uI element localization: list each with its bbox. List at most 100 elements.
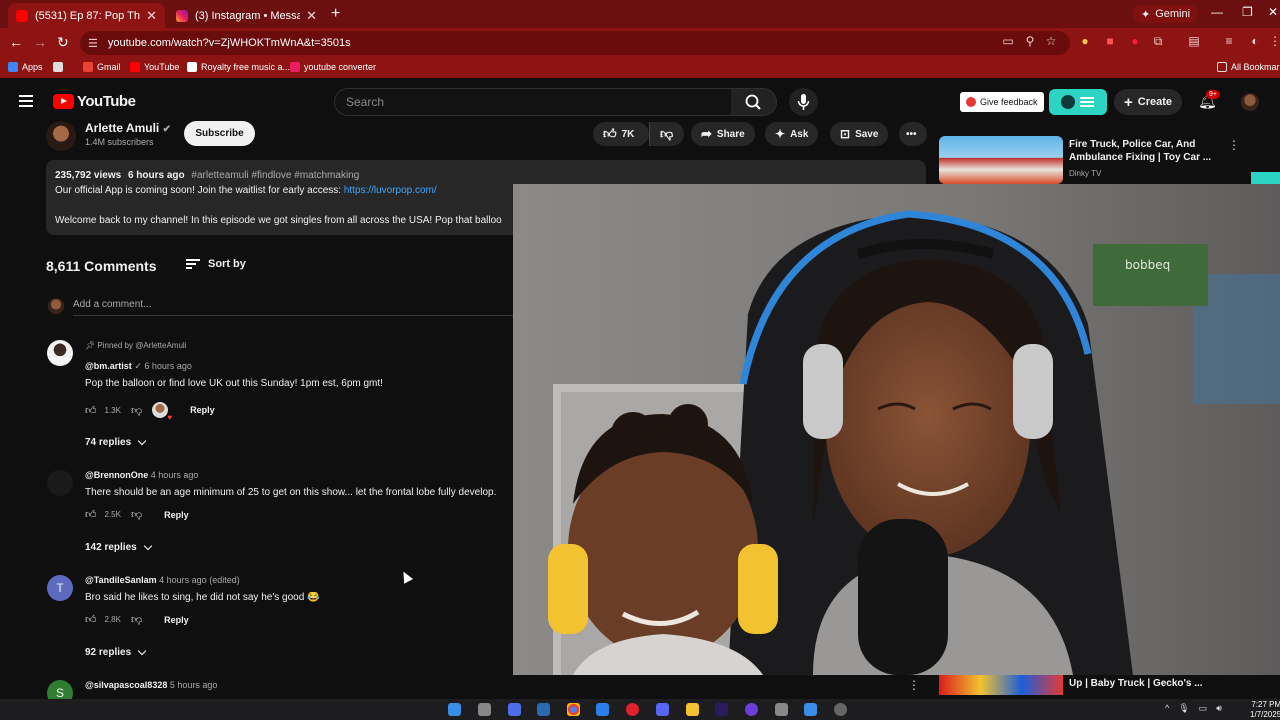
bookmark-all[interactable]: All Bookmarks xyxy=(1217,62,1280,72)
commenter-avatar[interactable] xyxy=(47,340,73,366)
app-icon[interactable] xyxy=(508,703,521,716)
commenter-avatar[interactable] xyxy=(47,470,73,496)
close-tab-icon[interactable]: ✕ xyxy=(146,8,157,24)
bookmark-gmail[interactable]: Gmail xyxy=(83,62,121,72)
menu-icon[interactable]: ⋮ xyxy=(1268,34,1280,48)
hamburger-menu-icon[interactable] xyxy=(19,95,33,107)
share-button[interactable]: ➦ Share xyxy=(691,122,755,146)
bookmark-youtube-converter[interactable]: youtube converter xyxy=(290,62,376,72)
thumbs-up-icon[interactable]: 👍︎ xyxy=(85,404,97,417)
reply-button[interactable]: Reply xyxy=(190,405,215,415)
channel-avatar[interactable] xyxy=(46,121,76,151)
reply-button[interactable]: Reply xyxy=(164,510,189,520)
voice-search-button[interactable] xyxy=(789,88,818,116)
recommended-video-thumbnail[interactable] xyxy=(939,136,1063,184)
waitlist-link[interactable]: https://luvorpop.com/ xyxy=(344,185,437,196)
add-comment-input[interactable]: Add a comment... xyxy=(73,299,513,316)
cast-icon[interactable]: ▭ xyxy=(1001,34,1015,48)
extension-icon[interactable]: ● xyxy=(1128,34,1142,48)
recommended-video-thumbnail[interactable] xyxy=(939,675,1063,695)
thumbs-up-icon[interactable]: 👍︎ xyxy=(85,508,97,521)
mini-player-video[interactable]: bobbeq xyxy=(513,184,1280,675)
start-windows-icon[interactable] xyxy=(448,703,461,716)
file-explorer-icon[interactable] xyxy=(686,703,699,716)
settings-gear-icon[interactable] xyxy=(775,703,788,716)
recommended-video-title[interactable]: Up | Baby Truck | Gecko's ... xyxy=(1069,678,1203,689)
thumbs-down-icon[interactable]: 👎︎ xyxy=(131,508,142,521)
hashtags[interactable]: #arletteamuli #findlove #matchmaking xyxy=(191,170,359,181)
extension-icon[interactable]: ● xyxy=(1078,34,1092,48)
search-input[interactable]: Search xyxy=(334,88,732,116)
reply-button[interactable]: Reply xyxy=(164,615,189,625)
view-replies-button[interactable]: 74 replies xyxy=(85,436,147,448)
comment-author[interactable]: @BrennonOne xyxy=(85,470,148,480)
thumbs-up-icon[interactable]: 👍︎ xyxy=(85,613,97,626)
comment-author[interactable]: @TandileSanlam xyxy=(85,575,157,585)
tab-instagram[interactable]: (3) Instagram • Messages ✕ xyxy=(168,3,325,28)
view-replies-button[interactable]: 142 replies xyxy=(85,541,152,553)
youtube-logo[interactable]: YouTube xyxy=(53,93,136,110)
chrome-icon[interactable] xyxy=(567,703,580,716)
site-info-icon[interactable]: ☰ xyxy=(88,37,98,50)
thumbs-down-icon[interactable]: 👎︎ xyxy=(131,404,142,417)
more-vertical-icon[interactable]: ⋮ xyxy=(1228,138,1240,152)
ask-button[interactable]: ✦ Ask xyxy=(765,122,819,146)
obs-icon[interactable] xyxy=(745,703,758,716)
opera-icon[interactable] xyxy=(626,703,639,716)
forward-button[interactable]: → xyxy=(33,34,47,50)
microphone-icon[interactable]: 🎙︎ xyxy=(1178,703,1189,714)
dislike-button[interactable]: 👎︎ xyxy=(649,122,684,146)
reading-list-icon[interactable]: ≡ xyxy=(1222,34,1236,48)
bookmark-grid[interactable] xyxy=(53,62,63,72)
task-view-icon[interactable] xyxy=(478,703,491,716)
bookmark-star-icon[interactable]: ☆ xyxy=(1044,34,1058,48)
profile-icon[interactable]: ◐ xyxy=(1248,34,1262,48)
back-button[interactable]: ← xyxy=(9,34,23,50)
new-tab-button[interactable]: + xyxy=(331,5,340,23)
close-tab-icon[interactable]: ✕ xyxy=(306,8,317,24)
comment-author[interactable]: @silvapascoal8328 xyxy=(85,680,167,690)
more-actions-button[interactable]: ••• xyxy=(899,122,927,146)
channel-name[interactable]: Arlette Amuli ✔ xyxy=(85,121,171,135)
close-window-button[interactable]: ✕ xyxy=(1268,5,1278,19)
minimize-button[interactable]: — xyxy=(1211,5,1223,19)
comment-time[interactable]: 5 hours ago xyxy=(170,680,218,690)
bookmark-youtube[interactable]: YouTube xyxy=(130,62,179,72)
chevron-up-icon[interactable]: ^ xyxy=(1165,703,1169,714)
subscribe-button[interactable]: Subscribe xyxy=(184,121,255,146)
extension-toolbar-button[interactable] xyxy=(1049,89,1107,115)
create-button[interactable]: + Create xyxy=(1114,89,1183,115)
comment-time[interactable]: 6 hours ago xyxy=(144,361,192,371)
bookmark-royalty-free[interactable]: Royalty free music a... xyxy=(187,62,290,72)
steam-icon[interactable] xyxy=(537,703,550,716)
thumbs-down-icon[interactable]: 👎︎ xyxy=(131,613,142,626)
like-button[interactable]: 👍︎ 7K xyxy=(593,122,649,146)
zoom-icon[interactable]: ⚲ xyxy=(1023,34,1037,48)
search-button[interactable] xyxy=(731,88,777,116)
app-icon[interactable] xyxy=(834,703,847,716)
comment-time[interactable]: 4 hours ago (edited) xyxy=(159,575,240,585)
discord-icon[interactable] xyxy=(656,703,669,716)
save-button[interactable]: ⊡ Save xyxy=(830,122,889,146)
commenter-avatar[interactable]: T xyxy=(47,575,73,601)
give-feedback-button[interactable]: Give feedback xyxy=(960,92,1044,112)
system-clock[interactable]: 7:27 PM 1/7/2025 xyxy=(1250,700,1280,720)
comment-time[interactable]: 4 hours ago xyxy=(151,470,199,480)
edge-icon[interactable] xyxy=(596,703,609,716)
volume-icon[interactable]: 🔊︎ xyxy=(1216,703,1222,714)
view-replies-button[interactable]: 92 replies xyxy=(85,646,147,658)
extensions-puzzle-icon[interactable]: ⧉ xyxy=(1151,34,1165,48)
recommended-video-title[interactable]: Fire Truck, Police Car, And Ambulance Fi… xyxy=(1069,138,1219,164)
side-panel-icon[interactable]: ▤ xyxy=(1187,34,1201,48)
extension-icon[interactable]: ■ xyxy=(1103,34,1117,48)
tab-youtube[interactable]: (5531) Ep 87: Pop The Balloon ✕ xyxy=(8,3,165,28)
notepad-icon[interactable] xyxy=(804,703,817,716)
gemini-button[interactable]: ✦ Gemini xyxy=(1133,5,1199,23)
reload-button[interactable]: ↻ xyxy=(57,34,69,51)
recommended-channel[interactable]: Dinky TV xyxy=(1069,169,1101,178)
address-bar[interactable]: ☰ youtube.com/watch?v=ZjWHOKTmWnA&t=3501… xyxy=(80,31,1070,55)
account-avatar[interactable] xyxy=(1241,93,1259,111)
network-icon[interactable]: ▭ xyxy=(1199,703,1208,714)
extension-tab[interactable] xyxy=(1251,172,1280,184)
sort-by-button[interactable]: Sort by xyxy=(186,258,246,270)
